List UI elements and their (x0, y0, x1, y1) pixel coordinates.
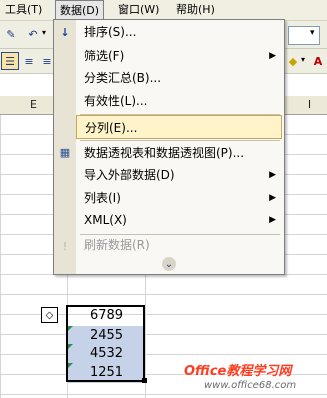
undo-dropdown-icon[interactable]: ▾ (42, 28, 46, 37)
menu-item-list[interactable]: 列表(I) ▶ (76, 186, 282, 210)
menu-item-validation[interactable]: 有效性(L)... (76, 89, 282, 113)
paintbrush-icon[interactable]: ✎ (2, 25, 20, 43)
menu-tools[interactable]: 工具(T) (1, 0, 46, 20)
align-left-icon[interactable]: ☰ (1, 52, 19, 70)
fill-color-dropdown-icon[interactable]: ▾ (301, 55, 305, 64)
menu-item-pivot-table[interactable]: 数据透视表和数据透视图(P)... (76, 141, 282, 165)
submenu-arrow-icon: ▶ (269, 170, 276, 180)
menu-item-sort[interactable]: 排序(S)... (76, 20, 282, 44)
error-warning-icon[interactable]: ◇ (41, 307, 58, 323)
menu-window[interactable]: 窗口(W) (114, 0, 163, 20)
menu-item-subtotals[interactable]: 分类汇总(B)... (76, 66, 282, 90)
watermark: Office教程学习网 www.office68.com (178, 358, 327, 398)
selection-border (66, 305, 145, 382)
align-center-icon[interactable]: ≡ (20, 52, 38, 70)
menu-item-import-external-data[interactable]: 导入外部数据(D) ▶ (76, 163, 282, 187)
submenu-arrow-icon: ▶ (269, 193, 276, 203)
watermark-url: www.office68.com (204, 380, 297, 391)
menu-help[interactable]: 帮助(H) (172, 0, 219, 20)
fill-color-icon[interactable]: ◆ (284, 52, 302, 70)
zoom-combo[interactable] (288, 26, 320, 45)
undo-icon[interactable]: ↶ (24, 25, 42, 43)
pivot-table-icon: ▦ (59, 145, 71, 159)
zoom-dropdown-icon[interactable]: ▾ (310, 28, 315, 38)
fill-handle[interactable] (142, 378, 147, 383)
menu-item-filter[interactable]: 筛选(F) ▶ (76, 44, 282, 68)
double-chevron-down-icon[interactable]: ⌄ (162, 257, 176, 271)
submenu-arrow-icon: ▶ (269, 51, 276, 61)
refresh-data-icon: ! (62, 239, 68, 253)
sort-az-icon: ↓ (60, 25, 70, 39)
menu-item-xml[interactable]: XML(X) ▶ (76, 208, 282, 232)
menu-item-text-to-columns[interactable]: 分列(E)... (76, 115, 282, 139)
menu-item-refresh-data[interactable]: 刷新数据(R) (76, 233, 282, 257)
column-header-i[interactable]: I (292, 96, 327, 114)
menu-data[interactable]: 数据(D) (55, 0, 105, 20)
font-color-icon[interactable]: A (309, 52, 327, 70)
menu-bar (0, 0, 327, 21)
watermark-title: Office教程学习网 (184, 364, 292, 379)
submenu-arrow-icon: ▶ (269, 215, 276, 225)
